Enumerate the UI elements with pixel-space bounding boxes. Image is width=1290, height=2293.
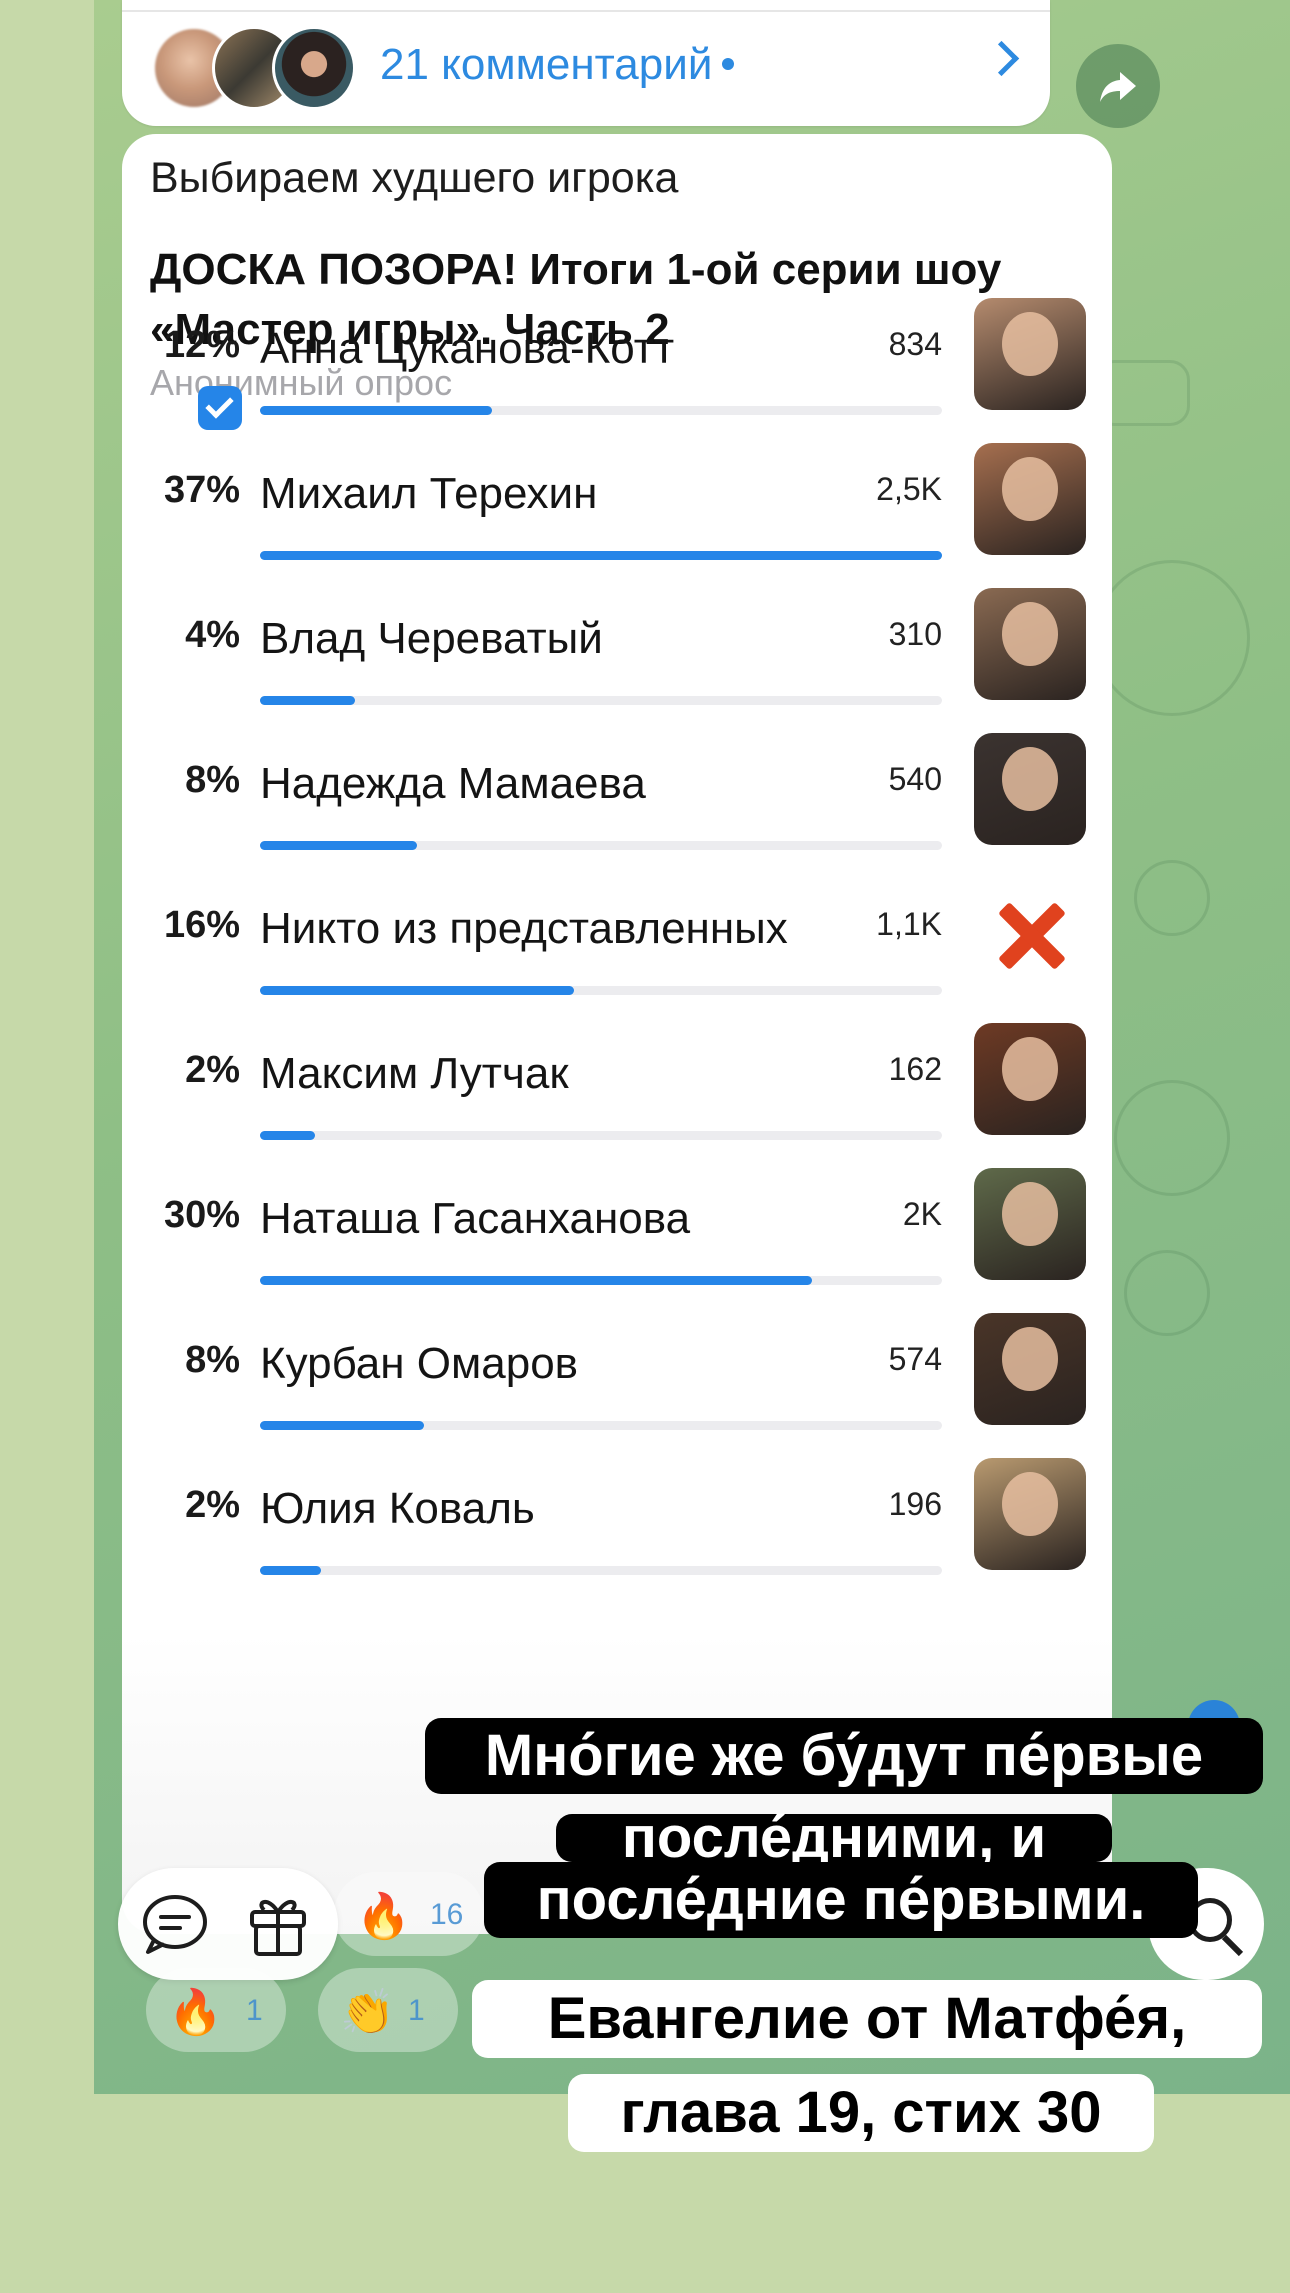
option-progress-fill	[260, 696, 356, 705]
option-votes: 162	[888, 1051, 942, 1087]
option-percent: 2%	[185, 1049, 240, 1091]
option-progress-fill	[260, 1421, 424, 1430]
option-name: Юлия Коваль	[260, 1484, 535, 1533]
option-progress-fill	[260, 986, 574, 995]
option-percent: 8%	[185, 1339, 240, 1381]
option-name: Михаил Терехин	[260, 469, 598, 518]
option-percent: 16%	[163, 904, 240, 946]
option-name: Наташа Гасанханова	[260, 1194, 691, 1243]
option-name: Максим Лутчак	[260, 1049, 569, 1098]
option-progress-track	[260, 841, 942, 850]
option-photo	[974, 443, 1086, 555]
selected-checkmark-icon	[198, 386, 242, 430]
option-votes: 196	[888, 1486, 942, 1522]
option-progress-track	[260, 986, 942, 995]
avatar	[272, 26, 356, 110]
reaction-fire[interactable]: 🔥 16	[334, 1872, 484, 1956]
poll-option[interactable]: 37% Михаил Терехин 2,5K	[122, 443, 1112, 588]
poll-option[interactable]: 2% Юлия Коваль 196	[122, 1458, 1112, 1603]
fire-emoji-icon: 🔥	[356, 1892, 411, 1941]
share-button[interactable]	[1076, 44, 1160, 128]
option-progress-track	[260, 1131, 942, 1140]
option-photo	[974, 1458, 1086, 1570]
option-percent: 4%	[185, 614, 240, 656]
share-arrow-icon	[1100, 72, 1136, 102]
reaction-clap[interactable]: 👏 1	[318, 1968, 458, 2052]
option-name: Влад Череватый	[260, 614, 603, 663]
option-votes: 1,1K	[876, 906, 942, 942]
action-pill	[118, 1868, 338, 1980]
option-progress-track	[260, 1566, 942, 1575]
option-progress-track	[260, 1421, 942, 1430]
comments-bar[interactable]: 21 комментарий	[122, 0, 1050, 126]
reaction-count: 1	[246, 1994, 263, 2027]
poll-option[interactable]: 8% Надежда Мамаева 540	[122, 733, 1112, 878]
option-progress-fill	[260, 406, 492, 415]
option-percent: 2%	[185, 1484, 240, 1526]
option-percent: 37%	[163, 469, 240, 511]
comments-count-label: 21 комментарий	[380, 40, 713, 89]
poll-option[interactable]: 12% Анна Цуканова-Котт 834	[122, 298, 1112, 443]
option-progress-track	[260, 551, 942, 560]
option-name: Анна Цуканова-Котт	[260, 324, 675, 373]
gift-icon[interactable]	[246, 1890, 310, 1958]
option-progress-fill	[260, 1566, 322, 1575]
reference-line-1: Евангелие от Матфе́я,	[472, 1980, 1262, 2058]
commenter-avatars	[152, 26, 372, 110]
fire-emoji-icon: 🔥	[168, 1988, 223, 2037]
quote-line-3: после́дние пе́рвыми.	[484, 1862, 1198, 1938]
comments-link[interactable]: 21 комментарий	[380, 40, 735, 90]
option-votes: 574	[888, 1341, 942, 1377]
divider	[122, 10, 1050, 12]
option-progress-fill	[260, 551, 942, 560]
reaction-count: 1	[408, 1994, 425, 2027]
option-progress-fill	[260, 841, 417, 850]
option-votes: 2K	[902, 1196, 942, 1232]
option-name: Надежда Мамаева	[260, 759, 646, 808]
option-photo	[974, 1313, 1086, 1425]
option-progress-track	[260, 1276, 942, 1285]
option-percent: 30%	[163, 1194, 240, 1236]
chevron-right-icon[interactable]	[983, 40, 1020, 77]
option-percent: 12%	[163, 324, 240, 366]
option-progress-fill	[260, 1276, 813, 1285]
poll-option[interactable]: 4% Влад Череватый 310	[122, 588, 1112, 733]
reaction-count: 16	[430, 1898, 464, 1931]
comment-icon[interactable]	[140, 1890, 210, 1958]
option-photo	[974, 1023, 1086, 1135]
poll-option[interactable]: 8% Курбан Омаров 574	[122, 1313, 1112, 1458]
option-name: Никто из представленных	[260, 904, 788, 953]
option-votes: 310	[888, 616, 942, 652]
cross-mark-icon	[974, 878, 1086, 990]
quote-line-1: Мно́гие же бу́дут пе́рвые	[425, 1718, 1263, 1794]
option-name: Курбан Омаров	[260, 1339, 579, 1388]
option-votes: 540	[888, 761, 942, 797]
option-progress-fill	[260, 1131, 315, 1140]
option-votes: 2,5K	[876, 471, 942, 507]
option-photo	[974, 1168, 1086, 1280]
option-photo	[974, 733, 1086, 845]
option-progress-track	[260, 696, 942, 705]
option-percent: 8%	[185, 759, 240, 801]
reference-line-2: глава 19, стих 30	[568, 2074, 1154, 2152]
option-progress-track	[260, 406, 942, 415]
option-votes: 834	[888, 326, 942, 362]
poll-option[interactable]: 16% Никто из представленных 1,1K	[122, 878, 1112, 1023]
option-photo	[974, 298, 1086, 410]
poll-option[interactable]: 30% Наташа Гасанханова 2K	[122, 1168, 1112, 1313]
option-photo	[974, 588, 1086, 700]
quote-line-2: после́дними, и	[556, 1809, 1112, 1867]
poll-question-label: Выбираем худшего игрока	[150, 154, 679, 202]
unread-dot-icon	[722, 58, 735, 71]
clap-emoji-icon: 👏	[340, 1988, 395, 2037]
reaction-fire-2[interactable]: 🔥 1	[146, 1968, 286, 2052]
poll-option[interactable]: 2% Максим Лутчак 162	[122, 1023, 1112, 1168]
search-icon-handle	[1221, 1934, 1244, 1957]
poll-message: Выбираем худшего игрока ДОСКА ПОЗОРА! Ит…	[122, 134, 1112, 1934]
